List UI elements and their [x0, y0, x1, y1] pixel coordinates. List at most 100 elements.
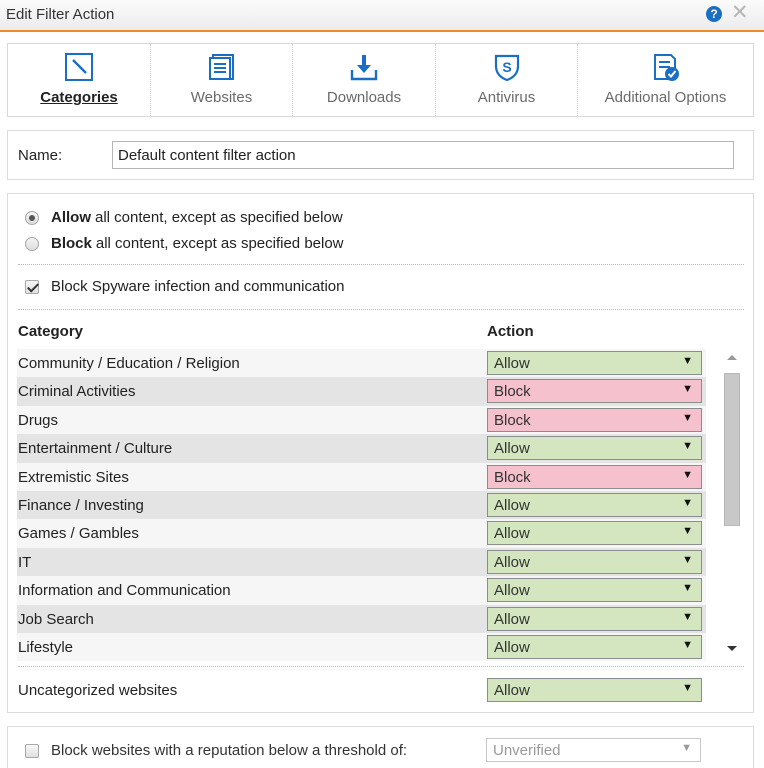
dialog-title: Edit Filter Action — [6, 6, 115, 23]
action-value: Allow — [494, 638, 530, 656]
categories-icon — [65, 53, 93, 81]
action-value: Block — [494, 383, 531, 401]
tab-label: Antivirus — [477, 89, 536, 106]
dropdown-arrow-icon: ▼ — [682, 525, 693, 538]
antivirus-icon: S — [494, 54, 519, 82]
divider — [18, 666, 744, 667]
dropdown-arrow-icon: ▼ — [682, 682, 693, 694]
category-name: Community / Education / Religion — [18, 355, 240, 372]
action-value: Block — [494, 468, 531, 486]
dropdown-arrow-icon: ▼ — [681, 742, 692, 754]
downloads-icon — [350, 55, 378, 81]
allow-text: all content, except as specified below — [95, 209, 343, 226]
dropdown-arrow-icon: ▼ — [682, 440, 693, 453]
block-text: all content, except as specified below — [95, 235, 344, 252]
filter-settings-panel: Allow all content, except as specified b… — [7, 193, 754, 713]
action-value: Allow — [494, 582, 530, 600]
allow-all-option[interactable]: Allow all content, except as specified b… — [25, 209, 343, 226]
category-name: IT — [18, 553, 32, 571]
action-select[interactable]: Allow ▼ — [487, 521, 702, 546]
table-row: Information and Communication Allow ▼ — [17, 576, 706, 605]
tab-websites[interactable]: Websites — [150, 44, 292, 116]
dialog-titlebar: Edit Filter Action ? ✕ — [0, 0, 764, 32]
tab-bar: Categories Websites Downloads S Antiviru… — [7, 43, 754, 117]
scroll-thumb[interactable] — [724, 373, 740, 526]
tab-label: Additional Options — [604, 89, 727, 106]
dropdown-arrow-icon: ▼ — [682, 553, 693, 566]
block-strong: Block — [51, 235, 92, 252]
category-name: Information and Communication — [18, 582, 231, 600]
category-name: Games / Gambles — [18, 525, 139, 543]
block-radio[interactable] — [25, 236, 39, 251]
table-row: Community / Education / Religion Allow ▼ — [17, 349, 706, 378]
uncategorized-label: Uncategorized websites — [18, 682, 178, 699]
category-name: Lifestyle — [18, 638, 74, 656]
action-value: Block — [494, 411, 531, 429]
allow-radio[interactable] — [25, 210, 39, 225]
table-row: Entertainment / Culture Allow ▼ — [17, 434, 706, 463]
action-value: Allow — [494, 440, 530, 458]
action-select[interactable]: Allow ▼ — [487, 634, 702, 659]
category-column-header: Category — [18, 323, 84, 340]
category-name: Entertainment / Culture — [18, 440, 173, 458]
action-value: Allow — [494, 682, 530, 699]
tab-label: Websites — [190, 89, 253, 106]
table-row: Games / Gambles Allow ▼ — [17, 519, 706, 548]
dropdown-arrow-icon: ▼ — [682, 468, 693, 481]
table-row: IT Allow ▼ — [17, 547, 706, 577]
spyware-label: Block Spyware infection and communicatio… — [51, 278, 345, 295]
additional-options-icon — [653, 54, 679, 81]
table-row: Drugs Block ▼ — [17, 405, 706, 435]
category-name: Finance / Investing — [18, 496, 144, 514]
tab-downloads[interactable]: Downloads — [292, 44, 435, 116]
action-select[interactable]: Allow ▼ — [487, 549, 702, 574]
action-select[interactable]: Allow ▼ — [487, 351, 702, 375]
allow-strong: Allow — [51, 209, 91, 226]
tab-categories[interactable]: Categories — [8, 44, 150, 116]
uncategorized-action-select[interactable]: Allow ▼ — [487, 678, 702, 702]
tab-label: Downloads — [326, 89, 402, 106]
help-icon[interactable]: ? — [706, 6, 722, 22]
category-name: Job Search — [18, 610, 94, 628]
websites-icon — [208, 54, 234, 80]
category-scrollbar[interactable] — [721, 349, 743, 661]
action-select[interactable]: Allow ▼ — [487, 436, 702, 461]
close-icon[interactable]: ✕ — [731, 2, 749, 24]
divider — [18, 309, 744, 310]
action-column-header: Action — [487, 323, 534, 340]
dropdown-arrow-icon: ▼ — [682, 582, 693, 595]
tab-label: Categories — [40, 89, 118, 106]
divider — [18, 264, 744, 265]
scroll-down-icon[interactable] — [727, 646, 737, 651]
action-select[interactable]: Allow ▼ — [487, 606, 702, 631]
reputation-option[interactable]: Block websites with a reputation below a… — [25, 742, 407, 759]
action-select[interactable]: Allow ▼ — [487, 578, 702, 603]
name-input[interactable] — [112, 141, 734, 169]
reputation-threshold-select[interactable]: Unverified ▼ — [486, 738, 701, 762]
action-value: Allow — [494, 553, 530, 571]
threshold-value: Unverified — [493, 742, 561, 759]
action-select[interactable]: Block ▼ — [487, 407, 702, 432]
category-name: Criminal Activities — [18, 383, 136, 401]
action-value: Allow — [494, 355, 530, 372]
action-select[interactable]: Block ▼ — [487, 464, 702, 489]
name-label: Name: — [18, 147, 63, 164]
tab-antivirus[interactable]: S Antivirus — [435, 44, 577, 116]
dropdown-arrow-icon: ▼ — [682, 355, 693, 367]
spyware-checkbox[interactable] — [25, 279, 39, 294]
block-all-option[interactable]: Block all content, except as specified b… — [25, 235, 344, 252]
reputation-label: Block websites with a reputation below a… — [51, 742, 408, 759]
category-table: Community / Education / Religion Allow ▼ … — [17, 349, 706, 662]
action-value: Allow — [494, 496, 530, 514]
table-row: Finance / Investing Allow ▼ — [17, 490, 706, 520]
spyware-option[interactable]: Block Spyware infection and communicatio… — [25, 278, 344, 295]
scroll-up-icon[interactable] — [727, 355, 737, 360]
action-select[interactable]: Allow ▼ — [487, 492, 702, 517]
table-row: Lifestyle Allow ▼ — [17, 632, 706, 662]
category-name: Drugs — [18, 411, 59, 429]
action-select[interactable]: Block ▼ — [487, 379, 702, 404]
reputation-panel: Block websites with a reputation below a… — [7, 726, 754, 768]
reputation-checkbox[interactable] — [25, 743, 39, 758]
category-name: Extremistic Sites — [18, 468, 129, 486]
tab-additional-options[interactable]: Additional Options — [577, 44, 753, 116]
